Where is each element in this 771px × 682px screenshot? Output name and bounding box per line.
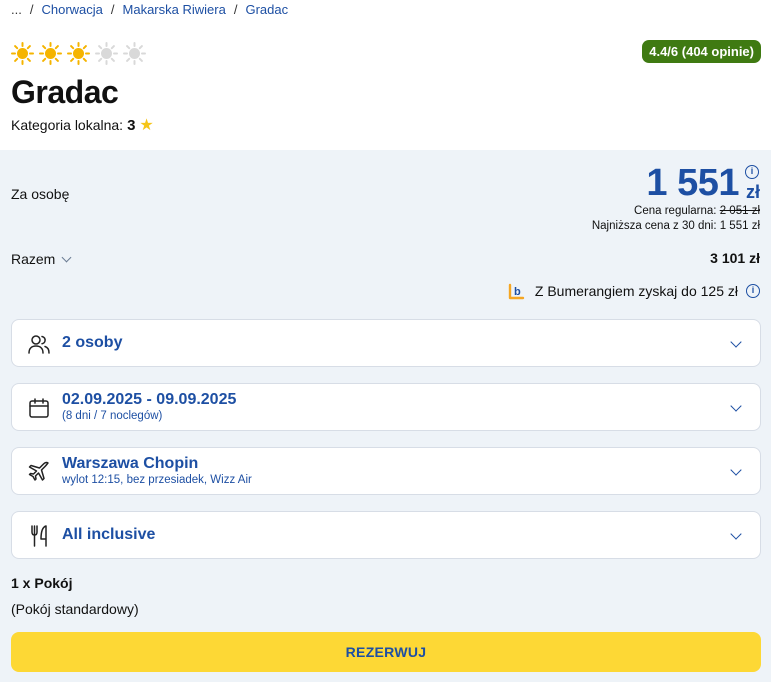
svg-text:b: b bbox=[514, 286, 521, 298]
chevron-down-icon bbox=[730, 464, 742, 476]
breadcrumb-link-country[interactable]: Chorwacja bbox=[41, 2, 102, 17]
room-count: 1 x Pokój bbox=[11, 575, 73, 591]
hotel-title: Gradac bbox=[11, 74, 119, 110]
breadcrumb: ... / Chorwacja / Makarska Riwiera / Gra… bbox=[11, 2, 288, 17]
calendar-icon bbox=[27, 396, 51, 420]
price-info-icon[interactable]: i bbox=[745, 165, 759, 179]
sun-filled-icon bbox=[67, 42, 90, 65]
local-category: Kategoria lokalna: 3 ★ bbox=[11, 115, 154, 135]
price-per-person: 1 551 bbox=[646, 162, 739, 204]
dates-selector[interactable]: 02.09.2025 - 09.09.2025 (8 dni / 7 nocle… bbox=[11, 383, 761, 431]
bumerang-info-icon[interactable]: i bbox=[746, 284, 760, 298]
regular-price-value: 2 051 zł bbox=[719, 205, 760, 217]
persons-value: 2 osoby bbox=[62, 334, 123, 351]
bumerang-promo: b Z Bumerangiem zyskaj do 125 zł i bbox=[507, 281, 760, 301]
flight-details: wylot 12:15, bez przesiadek, Wizz Air bbox=[62, 474, 252, 486]
chevron-down-icon bbox=[61, 252, 72, 262]
chevron-down-icon bbox=[730, 400, 742, 412]
board-value: All inclusive bbox=[62, 526, 156, 543]
hotel-header: ... / Chorwacja / Makarska Riwiera / Gra… bbox=[0, 0, 771, 150]
sun-filled-icon bbox=[11, 42, 34, 65]
board-selector[interactable]: All inclusive bbox=[11, 511, 761, 559]
price-currency: zł bbox=[745, 182, 760, 202]
breadcrumb-separator: / bbox=[29, 2, 34, 17]
breadcrumb-link-hotel[interactable]: Gradac bbox=[245, 2, 288, 17]
per-person-label: Za osobę bbox=[11, 186, 70, 202]
regular-price-label: Cena regularna: bbox=[634, 205, 717, 217]
sun-empty-icon bbox=[123, 42, 146, 65]
lowest-30-days-price: Najniższa cena z 30 dni: 1 551 zł bbox=[592, 220, 760, 232]
total-label: Razem bbox=[11, 251, 56, 267]
lowest-price-label: Najniższa cena z 30 dni: bbox=[591, 220, 717, 232]
breadcrumb-separator: / bbox=[110, 2, 115, 17]
persons-selector[interactable]: 2 osoby bbox=[11, 319, 761, 367]
chevron-down-icon bbox=[730, 336, 742, 348]
reserve-button[interactable]: REZERWUJ bbox=[11, 632, 761, 672]
category-label: Kategoria lokalna: bbox=[11, 117, 124, 133]
sun-filled-icon bbox=[39, 42, 62, 65]
departure-airport: Warszawa Chopin bbox=[62, 455, 199, 472]
bumerang-text: Z Bumerangiem zyskaj do 125 zł bbox=[534, 283, 738, 299]
lowest-price-value: 1 551 zł bbox=[719, 220, 760, 232]
breadcrumb-separator: / bbox=[233, 2, 238, 17]
bumerang-logo-icon: b bbox=[507, 281, 527, 301]
regular-price: Cena regularna: 2 051 zł bbox=[634, 205, 760, 217]
category-value: 3 bbox=[127, 116, 136, 134]
dates-duration: (8 dni / 7 noclegów) bbox=[62, 410, 163, 422]
sun-empty-icon bbox=[95, 42, 118, 65]
sun-rating bbox=[11, 42, 146, 65]
total-toggle[interactable]: Razem bbox=[11, 251, 72, 267]
airplane-icon bbox=[27, 460, 51, 484]
chevron-down-icon bbox=[730, 528, 742, 540]
users-icon bbox=[27, 332, 51, 356]
breadcrumb-ellipsis[interactable]: ... bbox=[11, 2, 22, 17]
review-rating-badge[interactable]: 4.4/6 (404 opinie) bbox=[642, 40, 761, 63]
breadcrumb-link-region[interactable]: Makarska Riwiera bbox=[123, 2, 226, 17]
star-icon: ★ bbox=[139, 117, 154, 134]
flight-selector[interactable]: Warszawa Chopin wylot 12:15, bez przesia… bbox=[11, 447, 761, 495]
dates-value: 02.09.2025 - 09.09.2025 bbox=[62, 391, 237, 408]
room-type: (Pokój standardowy) bbox=[11, 601, 139, 617]
cutlery-icon bbox=[27, 524, 51, 548]
total-price: 3 101 zł bbox=[710, 250, 760, 266]
